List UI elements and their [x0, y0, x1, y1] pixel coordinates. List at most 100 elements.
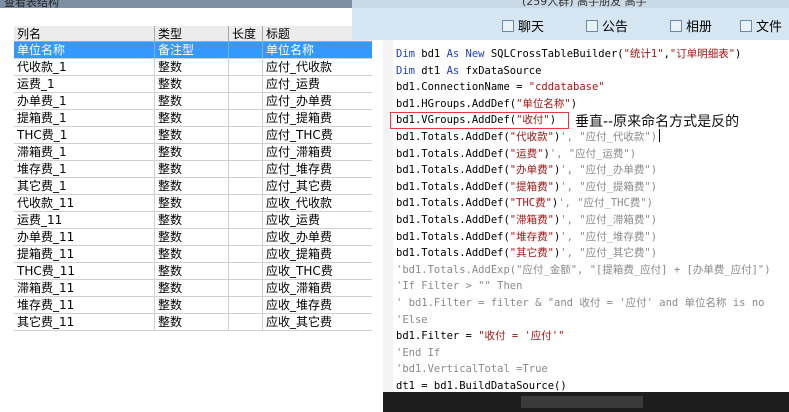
table-row[interactable]: 堆存费_11 整数 应收_堆存费	[14, 297, 372, 314]
code-line: bd1.ConnectionName = "cddatabase"	[396, 79, 605, 95]
cell-caption: 应收_运费	[266, 213, 321, 227]
code-token: bd1.Filter =	[396, 330, 479, 343]
table-structure-window: 查看表结构 列名 类型 长度 标题 单位名称 备注型 单位名称 代收款_1 整数 应付_代…	[0, 0, 372, 412]
code-line: bd1.Totals.AddDef("代收款")', "应付_代收款")	[396, 129, 661, 145]
cell-name: 堆存费_1	[14, 161, 155, 177]
cell-length	[229, 127, 263, 143]
cell-type: 整数	[155, 144, 229, 160]
code-line: bd1.HGroups.AddDef("单位名称")	[396, 96, 577, 112]
table-row[interactable]: 运费_1 整数 应付_运费	[14, 76, 372, 93]
announcement-icon	[586, 20, 598, 32]
table-window-title: 查看表结构	[4, 0, 59, 9]
cell-caption: 应付_THC费	[266, 128, 333, 142]
code-token: dt1	[414, 64, 447, 77]
chat-tab-label: 公告	[602, 20, 629, 35]
chat-tab-announcement[interactable]: 公告	[586, 18, 628, 38]
table-row[interactable]: 代收款_11 整数 应收_代收款	[14, 195, 372, 212]
table-row[interactable]: 滞箱费_1 整数 应付_滞箱费	[14, 144, 372, 161]
cell-caption: 应收_办单费	[266, 230, 333, 244]
code-token: As New	[446, 48, 485, 60]
cell-name: 滞箱费_11	[14, 280, 155, 296]
table-row[interactable]: 提箱费_11 整数 应收_提箱费	[14, 246, 372, 263]
table-row[interactable]: 办单费_1 整数 应付_办单费	[14, 93, 372, 110]
editor-horizontal-scrollbar[interactable]	[383, 392, 789, 412]
cell-name: 代收款_1	[14, 59, 155, 75]
code-token: )	[570, 97, 578, 110]
chat-icon	[502, 20, 514, 32]
chat-tab-album[interactable]: 相册	[670, 18, 712, 38]
table-row[interactable]: THC费_1 整数 应付_THC费	[14, 127, 372, 144]
cell-type: 整数	[155, 280, 229, 296]
code-token: bd1.Totals.AddDef(	[396, 247, 510, 260]
cell-name: 单位名称	[14, 42, 155, 58]
table-row[interactable]: 提箱费_1 整数 应付_提箱费	[14, 110, 372, 127]
annotation-highlight-box	[390, 112, 569, 129]
table-row[interactable]: 运费_11 整数 应收_运费	[14, 212, 372, 229]
code-line: 'If Filter > "" Then	[396, 278, 522, 294]
cell-caption: 应付_堆存费	[266, 162, 333, 176]
code-token: "代收款"	[509, 131, 554, 143]
code-token: ' bd1.Filter = filter & "and 收付 = '应付' a…	[396, 297, 765, 309]
code-token: bd1.Totals.AddDef(	[396, 131, 510, 143]
album-icon	[670, 20, 682, 32]
chat-window-titlebar[interactable]: (259人群) 高手朋友 高手	[352, 0, 789, 8]
code-token: 'bd1.VerticalTotal =True	[396, 363, 548, 376]
code-token: ', "应付_代收款")	[560, 131, 658, 143]
editor-gutter	[383, 40, 393, 392]
code-line: ' bd1.Filter = filter & "and 收付 = '应付' a…	[396, 295, 764, 311]
cell-caption: 应付_代收款	[266, 60, 333, 74]
table-row[interactable]: 代收款_1 整数 应付_代收款	[14, 59, 372, 76]
cell-length	[229, 212, 263, 228]
cell-caption: 应付_提箱费	[266, 111, 333, 125]
column-header-name[interactable]: 列名	[14, 26, 155, 42]
code-token: "滞箱费"	[509, 214, 554, 226]
code-token: bd1.Totals.AddDef(	[396, 197, 510, 210]
code-token: bd1.ConnectionName =	[396, 81, 529, 94]
cell-name: 其它费_11	[14, 314, 155, 330]
cell-type: 整数	[155, 195, 229, 211]
cell-length	[229, 263, 263, 279]
code-token: )	[735, 48, 742, 60]
code-token: ', "应付_堆存费")	[560, 230, 658, 243]
cell-length	[229, 42, 263, 58]
table-row[interactable]: THC费_11 整数 应收_THC费	[14, 263, 372, 280]
cell-name: 其它费_1	[14, 178, 155, 194]
chat-tab-file[interactable]: 文件	[740, 18, 782, 38]
cell-caption: 应收_THC费	[266, 264, 333, 278]
code-token: "运费"	[509, 147, 544, 160]
code-line: bd1.Totals.AddDef("THC费")', "应付_THC费")	[396, 195, 653, 211]
chat-tab-chat[interactable]: 聊天	[502, 18, 544, 38]
cell-caption: 应付_运费	[266, 77, 321, 91]
chat-tab-label: 相册	[686, 20, 713, 35]
code-token: "提箱费"	[509, 180, 554, 193]
code-line: 'Else	[396, 312, 428, 328]
table-row[interactable]: 堆存费_1 整数 应付_堆存费	[14, 161, 372, 178]
cell-name: 运费_1	[14, 76, 155, 92]
table-row[interactable]: 其它费_11 整数 应收_其它费	[14, 314, 372, 331]
table-row[interactable]: 单位名称 备注型 单位名称	[14, 42, 372, 59]
code-line: bd1.Totals.AddDef("其它费")', "应付_其它费")	[396, 245, 657, 261]
code-token: ', "应付_THC费")	[558, 197, 653, 210]
cell-length	[229, 110, 263, 126]
code-token: "单位名称"	[516, 97, 571, 110]
code-line: 'bd1.VerticalTotal =True	[396, 361, 548, 377]
code-editor[interactable]: Dim bd1 As New SQLCrossTableBuilder("统计1…	[383, 40, 789, 392]
code-token: dt1 = bd1.BuildDataSource()	[396, 380, 567, 392]
cell-type: 整数	[155, 246, 229, 262]
code-token: 'End If	[396, 346, 441, 359]
table-row[interactable]: 滞箱费_11 整数 应收_滞箱费	[14, 280, 372, 297]
table-row[interactable]: 办单费_11 整数 应收_办单费	[14, 229, 372, 246]
column-header-length[interactable]: 长度	[229, 26, 263, 42]
column-header-type[interactable]: 类型	[155, 26, 229, 42]
code-token: Dim	[396, 48, 415, 60]
cell-length	[229, 93, 263, 109]
code-token: Dim	[396, 64, 415, 77]
code-line: Dim dt1 As fxDataSource	[396, 63, 541, 79]
cell-length	[229, 178, 263, 194]
code-token: bd1.Totals.AddDef(	[396, 214, 510, 226]
table-window-titlebar[interactable]: 查看表结构	[0, 0, 372, 9]
table-row[interactable]: 其它费_1 整数 应付_其它费	[14, 178, 372, 195]
chat-window-title: (259人群) 高手朋友 高手	[522, 0, 647, 8]
scrollbar-thumb[interactable]	[521, 396, 643, 408]
cell-name: 堆存费_11	[14, 297, 155, 313]
